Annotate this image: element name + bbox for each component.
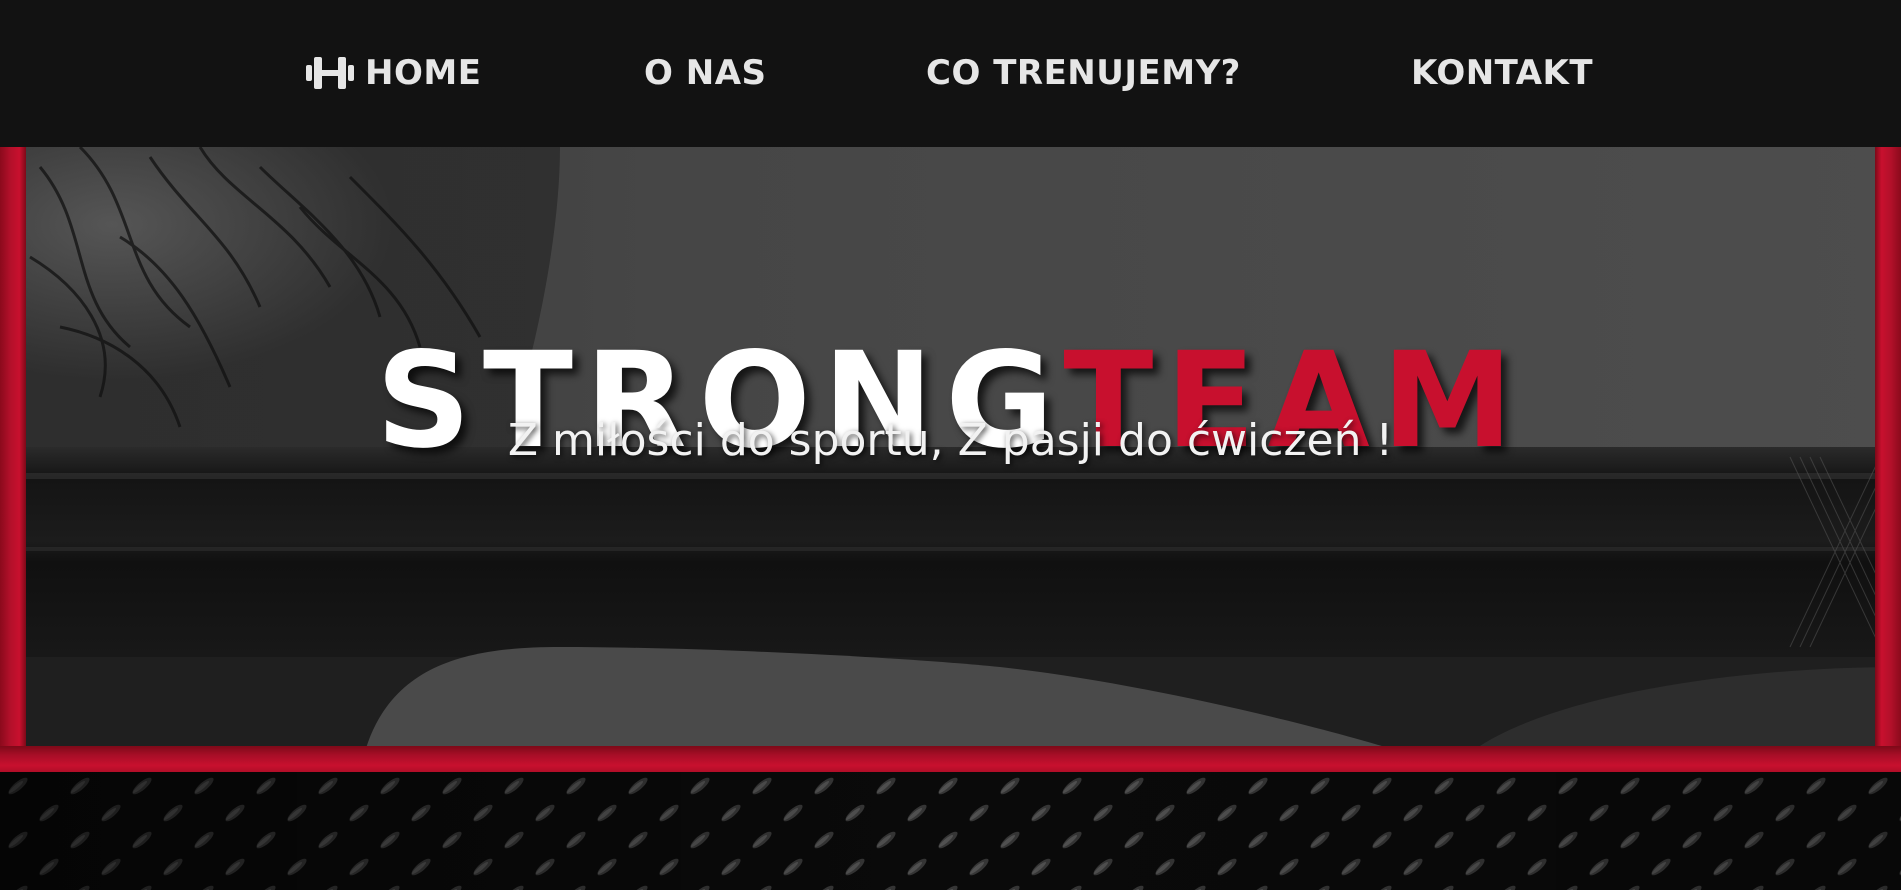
hero-banner: STRONGTEAM Z miłości do sportu, Z pasji …	[0, 147, 1901, 772]
nav-about-label: O NAS	[644, 53, 767, 93]
nav-contact-link[interactable]: KONTAKT	[1411, 50, 1593, 96]
hero-subtitle: Z miłości do sportu, Z pasji do ćwiczeń …	[507, 415, 1394, 466]
nav-training-label: CO TRENUJEMY?	[926, 53, 1241, 93]
main-nav: HOME O NAS CO TRENUJEMY? KONTAKT	[0, 0, 1901, 147]
dumbbell-icon	[306, 57, 354, 89]
nav-contact-label: KONTAKT	[1411, 53, 1594, 93]
nav-home-label: HOME	[365, 53, 482, 93]
nav-home-link[interactable]: HOME	[305, 50, 481, 96]
hero-frame-bottom	[0, 746, 1901, 772]
tread-plate-texture	[0, 772, 1901, 890]
nav-about-link[interactable]: O NAS	[644, 50, 767, 96]
tread-plate-section	[0, 772, 1901, 890]
nav-training-link[interactable]: CO TRENUJEMY?	[926, 50, 1241, 96]
